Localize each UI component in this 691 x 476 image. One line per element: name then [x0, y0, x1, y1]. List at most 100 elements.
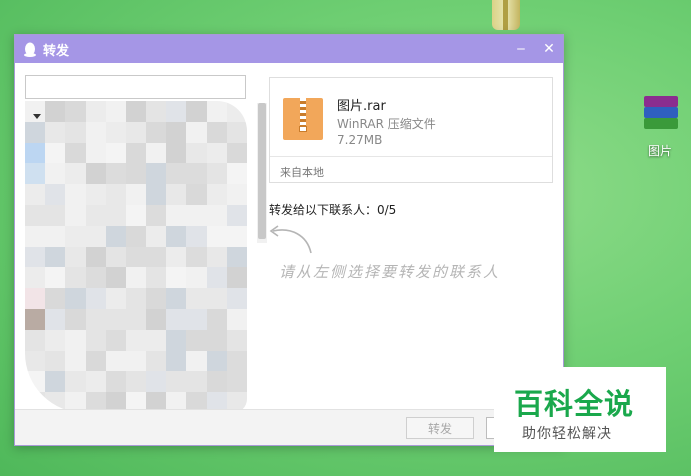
mosaic-cell: [186, 101, 207, 122]
mosaic-cell: [206, 225, 227, 247]
mosaic-cell: [166, 204, 187, 226]
mosaic-cell: [125, 101, 147, 122]
mosaic-cell: [146, 329, 167, 351]
mosaic-cell: [105, 288, 126, 309]
mosaic-cell: [65, 204, 86, 226]
send-button[interactable]: 转发: [406, 417, 474, 439]
mosaic-cell: [25, 163, 46, 185]
watermark-logo: 百科全说 助你轻松解决: [494, 367, 666, 452]
watermark-title: 百科全说: [514, 387, 635, 421]
mosaic-cell: [146, 163, 167, 185]
mosaic-cell: [206, 142, 227, 164]
mosaic-cell: [105, 371, 126, 393]
mosaic-cell: [166, 308, 187, 330]
mosaic-cell: [65, 225, 86, 247]
mosaic-cell: [125, 288, 147, 309]
mosaic-cell: [105, 350, 126, 372]
mosaic-cell: [45, 142, 66, 164]
mosaic-cell: [186, 246, 207, 268]
mosaic-cell: [226, 163, 247, 185]
mosaic-cell: [105, 184, 126, 205]
mosaic-cell: [166, 246, 187, 268]
mosaic-cell: [146, 121, 167, 143]
mosaic-cell: [186, 184, 207, 205]
mosaic-cell: [25, 350, 46, 372]
mosaic-cell: [125, 246, 147, 268]
mosaic-cell: [166, 288, 187, 309]
mosaic-cell: [206, 350, 227, 372]
mosaic-cell: [166, 121, 187, 143]
mosaic-cell: [85, 163, 106, 185]
minimize-button[interactable]: ‒: [507, 35, 535, 63]
mosaic-cell: [206, 246, 227, 268]
mosaic-cell: [125, 184, 147, 205]
mosaic-cell: [146, 246, 167, 268]
mosaic-cell: [125, 371, 147, 393]
mosaic-cell: [85, 184, 106, 205]
mosaic-cell: [45, 308, 66, 330]
mosaic-cell: [125, 121, 147, 143]
mosaic-cell: [206, 288, 227, 309]
file-name: 图片.rar: [337, 99, 386, 114]
file-source: 来自本地: [280, 166, 324, 179]
mosaic-cell: [226, 371, 247, 393]
mosaic-cell: [125, 350, 147, 372]
mosaic-cell: [146, 267, 167, 289]
mosaic-cell: [125, 329, 147, 351]
selected-contacts-count: 转发给以下联系人：0/5: [269, 203, 397, 217]
mosaic-cell: [65, 371, 86, 393]
mosaic-cell: [226, 350, 247, 372]
mosaic-cell: [85, 288, 106, 309]
mosaic-cell: [226, 246, 247, 268]
mosaic-cell: [105, 142, 126, 164]
mosaic-cell: [85, 225, 106, 247]
contact-list-scrollbar[interactable]: [257, 103, 267, 243]
mosaic-cell: [45, 350, 66, 372]
contact-search-input[interactable]: [25, 75, 246, 99]
contact-list-pixelated[interactable]: [25, 101, 247, 413]
winrar-file-icon: [640, 94, 680, 132]
mosaic-cell: [85, 308, 106, 330]
mosaic-cell: [206, 329, 227, 351]
mosaic-cell: [186, 204, 207, 226]
hint-arrow-icon: [269, 225, 312, 254]
mosaic-cell: [186, 350, 207, 372]
mosaic-cell: [125, 267, 147, 289]
desktop-file-label: 图片: [647, 144, 672, 158]
mosaic-cell: [186, 121, 207, 143]
mosaic-cell: [186, 142, 207, 164]
mosaic-cell: [186, 267, 207, 289]
mosaic-cell: [125, 163, 147, 185]
mosaic-cell: [85, 267, 106, 289]
mosaic-cell: [166, 225, 187, 247]
dialog-title: 转发: [43, 43, 70, 59]
mosaic-cell: [166, 350, 187, 372]
mosaic-cell: [65, 101, 86, 122]
mosaic-cell: [85, 204, 106, 226]
desktop-file-icon[interactable]: 图片: [636, 94, 684, 164]
mosaic-cell: [45, 267, 66, 289]
mosaic-cell: [146, 101, 167, 122]
mosaic-cell: [45, 371, 66, 393]
mosaic-cell: [146, 288, 167, 309]
mosaic-cell: [206, 101, 227, 122]
forward-dialog: 转发 ‒ ✕ 图片.rar WinRAR 压缩文件 7.27MB 来自本地 转发…: [14, 34, 564, 446]
group-expand-icon[interactable]: [33, 114, 41, 119]
mosaic-cell: [105, 225, 126, 247]
mosaic-cell: [65, 142, 86, 164]
close-button[interactable]: ✕: [535, 35, 563, 63]
mosaic-cell: [65, 288, 86, 309]
mosaic-cell: [166, 329, 187, 351]
mosaic-cell: [25, 225, 46, 247]
scrollbar-thumb[interactable]: [258, 103, 266, 239]
mosaic-cell: [105, 246, 126, 268]
mosaic-cell: [186, 371, 207, 393]
mosaic-cell: [125, 142, 147, 164]
mosaic-cell: [206, 184, 227, 205]
mosaic-cell: [166, 142, 187, 164]
mosaic-cell: [25, 371, 46, 393]
mosaic-cell: [25, 267, 46, 289]
dialog-titlebar[interactable]: 转发 ‒ ✕: [15, 35, 563, 63]
mosaic-cell: [25, 204, 46, 226]
mosaic-cell: [146, 225, 167, 247]
